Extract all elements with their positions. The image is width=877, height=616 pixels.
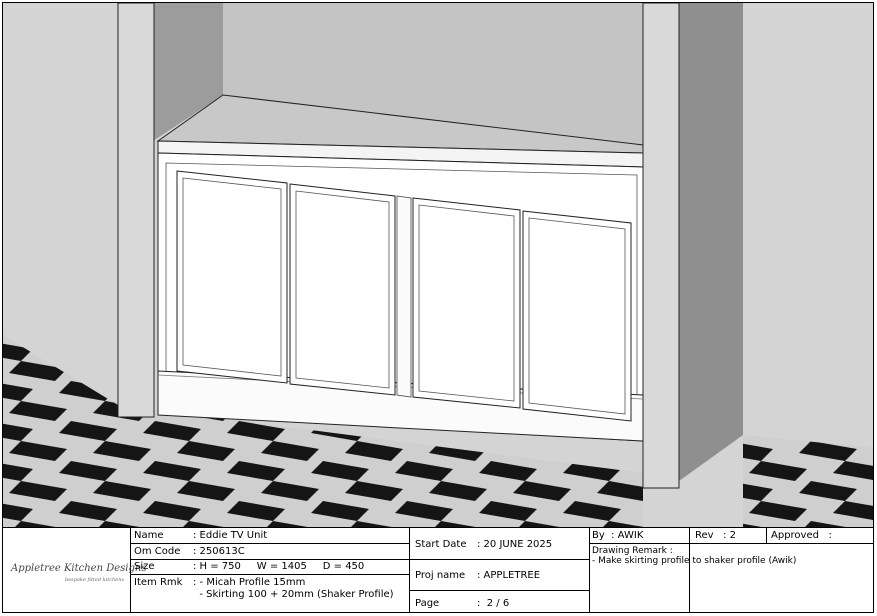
- right-pillar: [642, 3, 680, 489]
- title-block: Appletree Kitchen Designs bespoke fitted…: [3, 527, 873, 612]
- page-value: : 2 / 6: [477, 598, 510, 609]
- size-label: Size: [134, 561, 155, 572]
- proj-name-label: Proj name: [415, 570, 466, 581]
- center-mullion: [396, 195, 412, 398]
- door-1: [176, 170, 288, 384]
- door-3: [412, 197, 521, 409]
- start-date-label: Start Date: [415, 539, 467, 550]
- logo-tagline: bespoke fitted kitchens: [65, 577, 125, 583]
- left-pillar: [117, 3, 155, 418]
- proj-name-value: : APPLETREE: [477, 570, 541, 581]
- code-label: Om Code: [134, 546, 181, 557]
- size-value: : H = 750 W = 1405 D = 450: [193, 561, 365, 572]
- alcove-right-wall: [679, 3, 743, 481]
- remark-line-2: - Skirting 100 + 20mm (Shaker Profile): [193, 589, 394, 600]
- name-value: : Eddie TV Unit: [193, 530, 268, 541]
- company-logo: Appletree Kitchen Designs bespoke fitted…: [3, 528, 146, 612]
- revision: Rev : 2: [695, 530, 737, 541]
- door-4: [522, 210, 632, 422]
- page-label: Page: [415, 598, 440, 609]
- door-2: [289, 183, 396, 396]
- remark-line-1: : - Micah Profile 15mm: [193, 577, 306, 588]
- cabinet-render: [3, 3, 873, 527]
- approved: Approved :: [771, 530, 832, 541]
- name-label: Name: [134, 530, 164, 541]
- start-date-value: : 20 JUNE 2025: [477, 539, 553, 550]
- drawn-by: By : AWIK: [592, 530, 644, 541]
- code-value: : 250613C: [193, 546, 245, 557]
- drawing-sheet: Appletree Kitchen Designs bespoke fitted…: [2, 2, 874, 613]
- drawing-remark-text: - Make skirting profile to shaker profil…: [592, 556, 797, 566]
- remark-label: Item Rmk: [134, 577, 183, 588]
- logo-brand: Appletree Kitchen Designs: [11, 563, 147, 574]
